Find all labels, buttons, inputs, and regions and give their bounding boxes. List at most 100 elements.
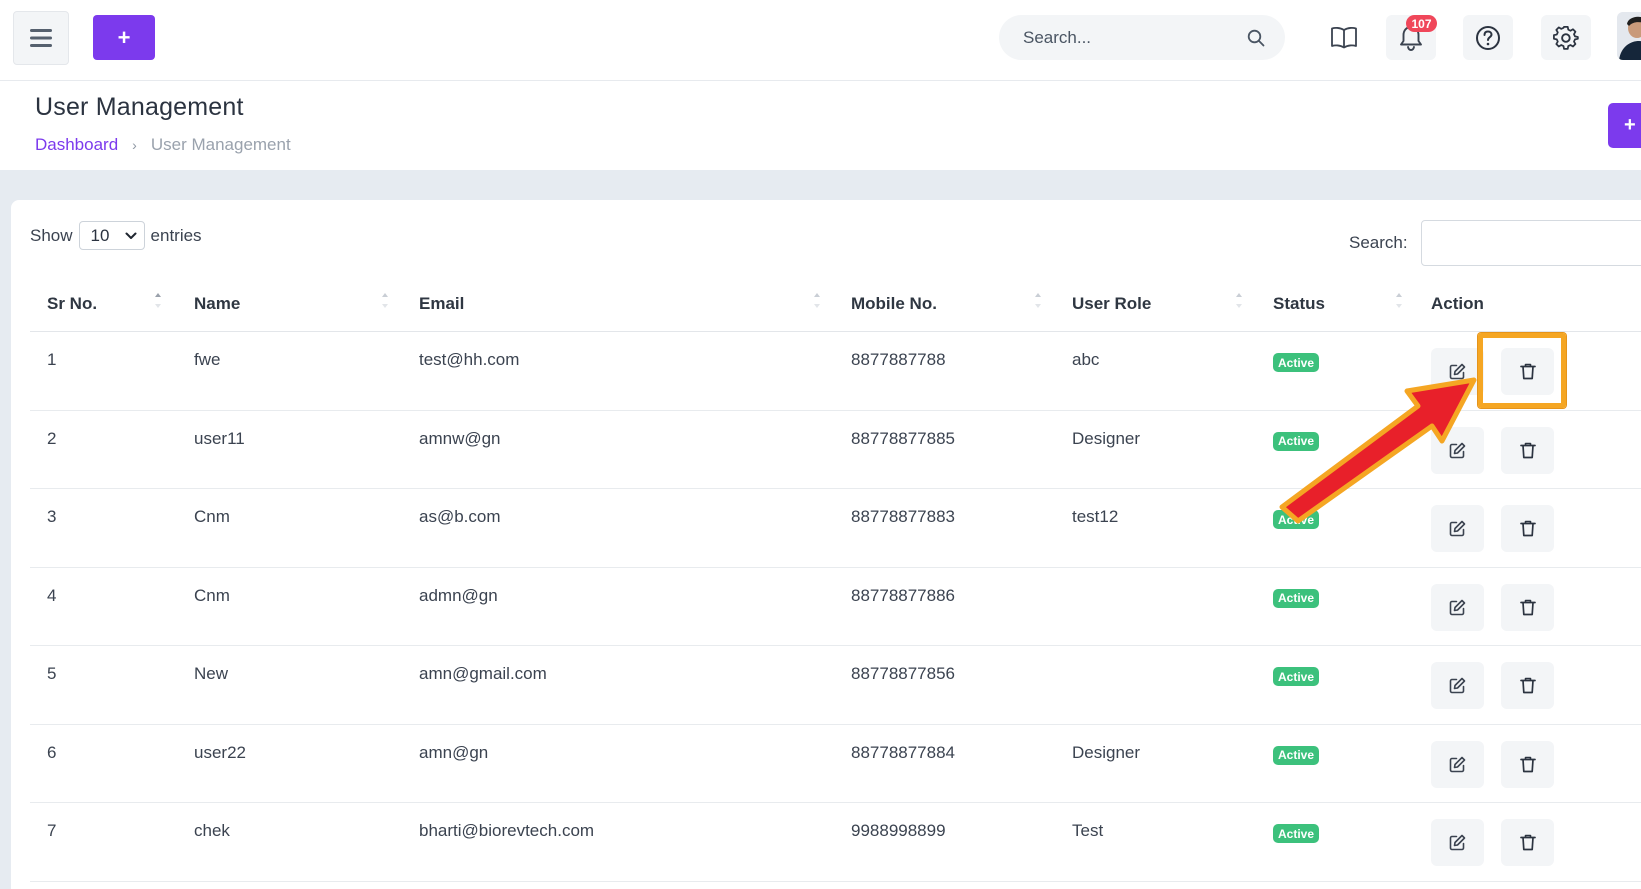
top-navbar: + 107 bbox=[0, 0, 1641, 81]
cell-name: chek bbox=[194, 821, 230, 840]
column-header-name[interactable]: Name bbox=[194, 294, 240, 314]
column-header-role[interactable]: User Role bbox=[1072, 294, 1151, 314]
global-search-input[interactable] bbox=[1023, 27, 1247, 48]
quick-add-button[interactable]: + bbox=[93, 15, 155, 60]
user-avatar[interactable] bbox=[1617, 12, 1641, 60]
edit-button[interactable] bbox=[1431, 819, 1484, 866]
edit-icon bbox=[1449, 599, 1466, 615]
cell-email: amn@gn bbox=[419, 742, 489, 762]
delete-button[interactable] bbox=[1501, 819, 1554, 866]
table-search-input[interactable] bbox=[1421, 220, 1641, 266]
edit-button[interactable] bbox=[1431, 348, 1484, 395]
status-badge: Active bbox=[1273, 431, 1320, 451]
edit-icon bbox=[1449, 677, 1466, 694]
cell-name: user11 bbox=[194, 428, 245, 448]
breadcrumb-dashboard-link[interactable]: Dashboard bbox=[35, 135, 118, 155]
page-header: User Management Dashboard › User Managem… bbox=[0, 81, 1641, 170]
entries-label: entries bbox=[150, 225, 202, 245]
sort-icon[interactable] bbox=[154, 290, 162, 312]
delete-button[interactable] bbox=[1501, 426, 1554, 474]
cell-email: admn@gn bbox=[419, 585, 498, 605]
chevron-down-icon bbox=[125, 232, 137, 239]
status-badge: Active bbox=[1273, 353, 1320, 372]
table-header-row: Sr No. Name Email Mobile No. User Role S… bbox=[30, 276, 1641, 332]
edit-button[interactable] bbox=[1431, 583, 1484, 631]
edit-icon bbox=[1449, 520, 1466, 537]
cell-sr: 3 bbox=[47, 507, 57, 526]
add-user-button[interactable]: + bbox=[1608, 103, 1641, 148]
edit-icon bbox=[1449, 363, 1466, 380]
column-header-mobile[interactable]: Mobile No. bbox=[851, 294, 937, 314]
trash-icon bbox=[1519, 520, 1536, 537]
edit-button[interactable] bbox=[1431, 426, 1484, 474]
show-label: Show bbox=[30, 225, 73, 245]
cell-mobile: 88778877886 bbox=[851, 585, 956, 605]
page-title: User Management bbox=[35, 93, 244, 121]
cell-email: test@hh.com bbox=[419, 350, 520, 369]
delete-button[interactable] bbox=[1501, 662, 1554, 709]
column-header-action: Action bbox=[1431, 294, 1484, 313]
cell-sr: 1 bbox=[47, 350, 57, 369]
sort-icon[interactable] bbox=[813, 290, 821, 312]
edit-icon bbox=[1449, 834, 1466, 851]
cell-name: Cnm bbox=[194, 507, 230, 526]
gear-icon bbox=[1553, 25, 1579, 50]
status-badge: Active bbox=[1273, 588, 1320, 608]
cell-email: as@b.com bbox=[419, 507, 501, 526]
delete-button[interactable] bbox=[1501, 348, 1554, 395]
cell-mobile: 88778877885 bbox=[851, 428, 956, 448]
cell-mobile: 9988998899 bbox=[851, 821, 946, 840]
cell-email: amn@gmail.com bbox=[419, 664, 547, 683]
cell-role: test12 bbox=[1072, 507, 1119, 526]
sort-icon[interactable] bbox=[1395, 290, 1403, 312]
sort-icon[interactable] bbox=[1235, 290, 1243, 312]
edit-button[interactable] bbox=[1431, 662, 1484, 709]
global-search[interactable] bbox=[999, 15, 1285, 60]
add-user-label: + bbox=[1624, 114, 1636, 136]
avatar-image bbox=[1617, 12, 1641, 60]
column-header-status[interactable]: Status bbox=[1273, 294, 1325, 314]
notification-count-badge: 107 bbox=[1406, 15, 1437, 32]
cell-sr: 7 bbox=[47, 821, 57, 840]
cell-sr: 2 bbox=[47, 428, 57, 448]
status-badge: Active bbox=[1273, 824, 1320, 843]
breadcrumb: Dashboard › User Management bbox=[35, 135, 291, 155]
table-row: 5 New amn@gmail.com 88778877856 Active bbox=[30, 646, 1641, 725]
quick-add-label: + bbox=[117, 24, 131, 50]
column-header-email[interactable]: Email bbox=[419, 294, 464, 314]
cell-sr: 6 bbox=[47, 742, 57, 762]
settings-button[interactable] bbox=[1541, 15, 1591, 60]
edit-button[interactable] bbox=[1431, 740, 1484, 788]
column-header-sr[interactable]: Sr No. bbox=[47, 294, 97, 314]
cell-name: New bbox=[194, 664, 229, 683]
edit-icon bbox=[1449, 756, 1466, 772]
docs-button[interactable] bbox=[1319, 15, 1369, 60]
menu-toggle-button[interactable] bbox=[13, 11, 69, 65]
trash-icon bbox=[1519, 442, 1536, 458]
table-row: 2 user11 amnw@gn 88778877885 Designer Ac… bbox=[30, 411, 1641, 489]
trash-icon bbox=[1519, 677, 1536, 694]
hamburger-icon bbox=[30, 29, 52, 47]
show-entries-control: Show 10 entries bbox=[30, 221, 202, 250]
cell-mobile: 8877887788 bbox=[851, 350, 946, 369]
cell-mobile: 88778877856 bbox=[851, 664, 956, 683]
entries-select[interactable]: 10 bbox=[78, 221, 145, 250]
cell-email: amnw@gn bbox=[419, 428, 501, 448]
delete-button[interactable] bbox=[1501, 740, 1554, 788]
delete-button[interactable] bbox=[1501, 505, 1554, 552]
users-table: Sr No. Name Email Mobile No. User Role S… bbox=[30, 276, 1641, 882]
edit-icon bbox=[1449, 442, 1466, 458]
cell-sr: 4 bbox=[47, 585, 57, 605]
help-button[interactable] bbox=[1463, 15, 1513, 60]
book-icon bbox=[1331, 26, 1357, 48]
sort-icon[interactable] bbox=[381, 290, 389, 312]
status-badge: Active bbox=[1273, 510, 1320, 529]
edit-button[interactable] bbox=[1431, 505, 1484, 552]
cell-name: Cnm bbox=[194, 585, 230, 605]
sort-icon[interactable] bbox=[1034, 290, 1042, 312]
delete-button[interactable] bbox=[1501, 583, 1554, 631]
cell-role: Designer bbox=[1072, 428, 1141, 448]
cell-email: bharti@biorevtech.com bbox=[419, 821, 595, 840]
breadcrumb-current: User Management bbox=[150, 135, 291, 154]
table-row: 7 chek bharti@biorevtech.com 9988998899 … bbox=[30, 803, 1641, 882]
